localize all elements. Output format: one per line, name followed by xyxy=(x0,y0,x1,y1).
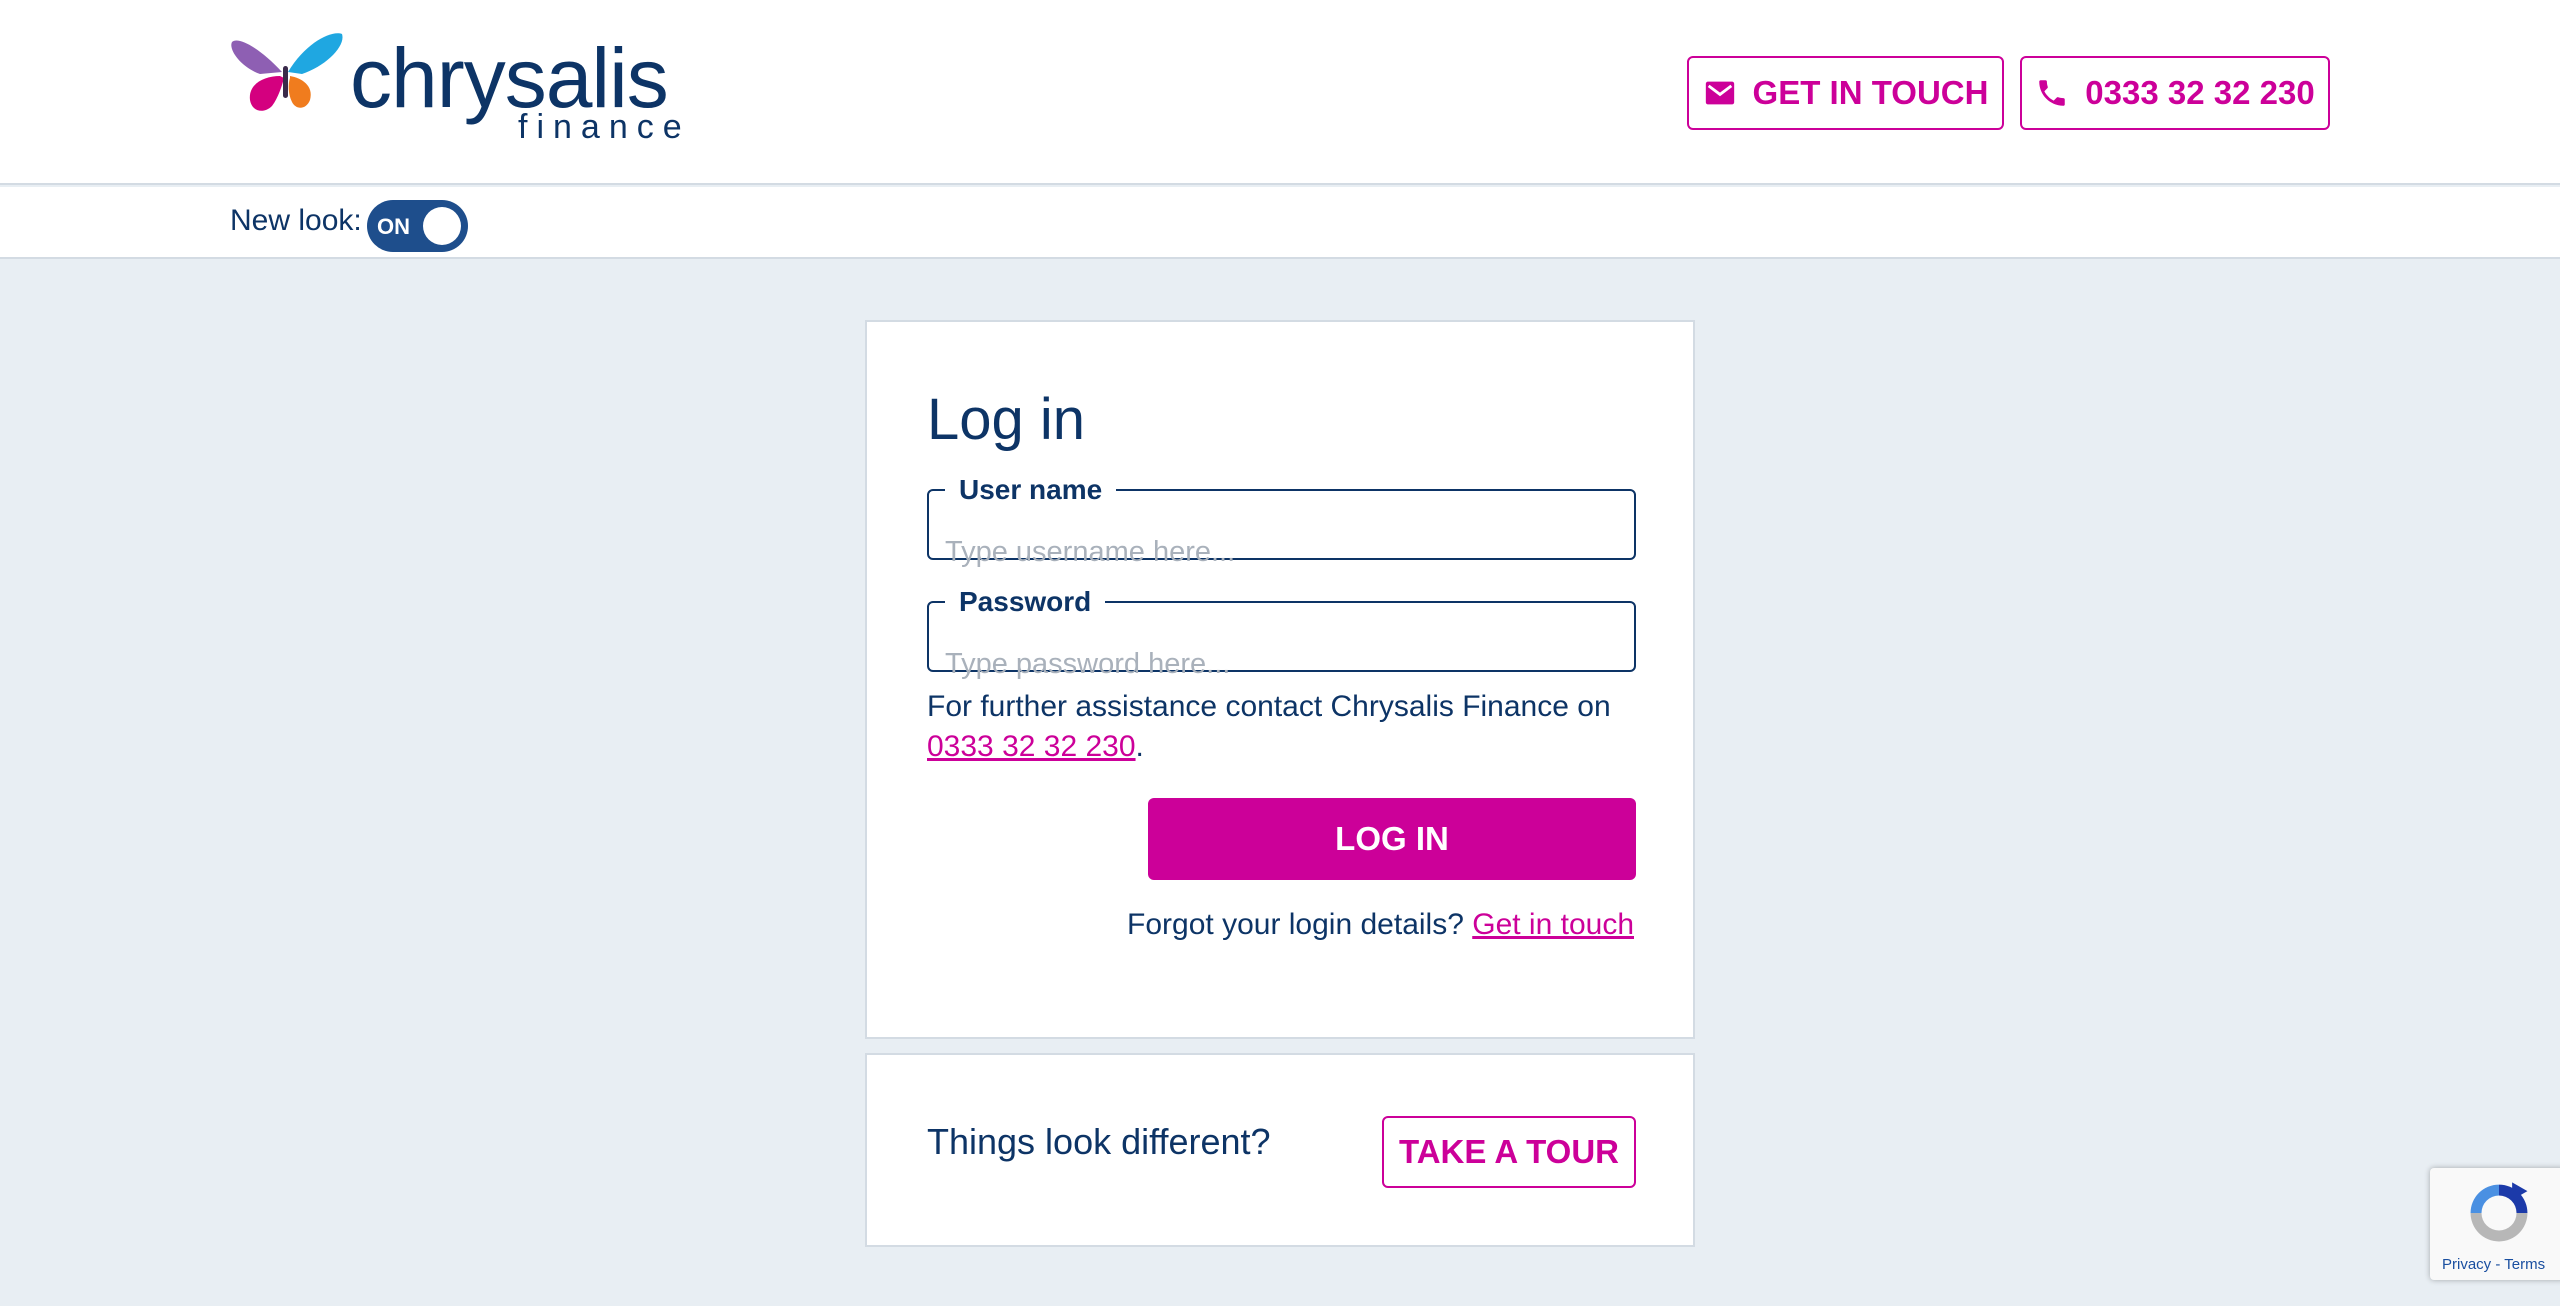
tour-prompt: Things look different? xyxy=(927,1121,1271,1162)
site-header: chrysalis finance GET IN TOUCH 0333 32 3… xyxy=(0,0,2560,185)
recaptcha-privacy-link[interactable]: Privacy xyxy=(2442,1256,2491,1273)
tour-card: Things look different? TAKE A TOUR xyxy=(865,1053,1695,1247)
assistance-text: For further assistance contact Chrysalis… xyxy=(927,687,1647,767)
login-title: Log in xyxy=(927,387,1086,452)
assistance-phone-link[interactable]: 0333 32 32 230 xyxy=(927,730,1136,763)
new-look-label: New look: xyxy=(230,204,362,237)
get-in-touch-button[interactable]: GET IN TOUCH xyxy=(1687,56,2004,130)
login-card: Log in User name Password For further as… xyxy=(865,320,1695,1039)
assistance-period: . xyxy=(1135,730,1144,763)
phone-label: 0333 32 32 230 xyxy=(2085,74,2315,111)
recaptcha-icon xyxy=(2470,1182,2528,1242)
toggle-state-text: ON xyxy=(377,214,410,239)
assistance-message: For further assistance contact Chrysalis… xyxy=(927,690,1611,723)
phone-icon xyxy=(2039,80,2066,106)
logo-subtitle: finance xyxy=(518,108,691,146)
toggle-knob xyxy=(423,207,461,245)
get-in-touch-label: GET IN TOUCH xyxy=(1752,74,1989,111)
recaptcha-links: Privacy - Terms xyxy=(2442,1256,2545,1273)
forgot-login-text: Forgot your login details? Get in touch xyxy=(1127,908,1634,942)
forgot-message: Forgot your login details? xyxy=(1127,908,1464,941)
butterfly-logo-icon xyxy=(231,33,343,111)
recaptcha-badge[interactable]: Privacy - Terms xyxy=(2430,1168,2560,1280)
password-label: Password xyxy=(959,586,1092,617)
forgot-get-in-touch-link[interactable]: Get in touch xyxy=(1472,908,1634,941)
envelope-icon xyxy=(1705,81,1734,105)
new-look-toggle[interactable]: ON xyxy=(367,200,468,252)
username-input[interactable] xyxy=(945,532,1615,572)
username-fieldset: User name xyxy=(927,474,1636,572)
phone-button[interactable]: 0333 32 32 230 xyxy=(2020,56,2330,130)
recaptcha-separator: - xyxy=(2491,1256,2505,1273)
username-label: User name xyxy=(959,474,1103,505)
chrysalis-logo[interactable]: chrysalis finance xyxy=(230,28,690,148)
login-button[interactable]: LOG IN xyxy=(1148,798,1636,880)
take-a-tour-button[interactable]: TAKE A TOUR xyxy=(1382,1116,1636,1188)
password-fieldset: Password xyxy=(927,586,1636,684)
recaptcha-terms-link[interactable]: Terms xyxy=(2504,1256,2545,1273)
password-input[interactable] xyxy=(945,644,1615,684)
